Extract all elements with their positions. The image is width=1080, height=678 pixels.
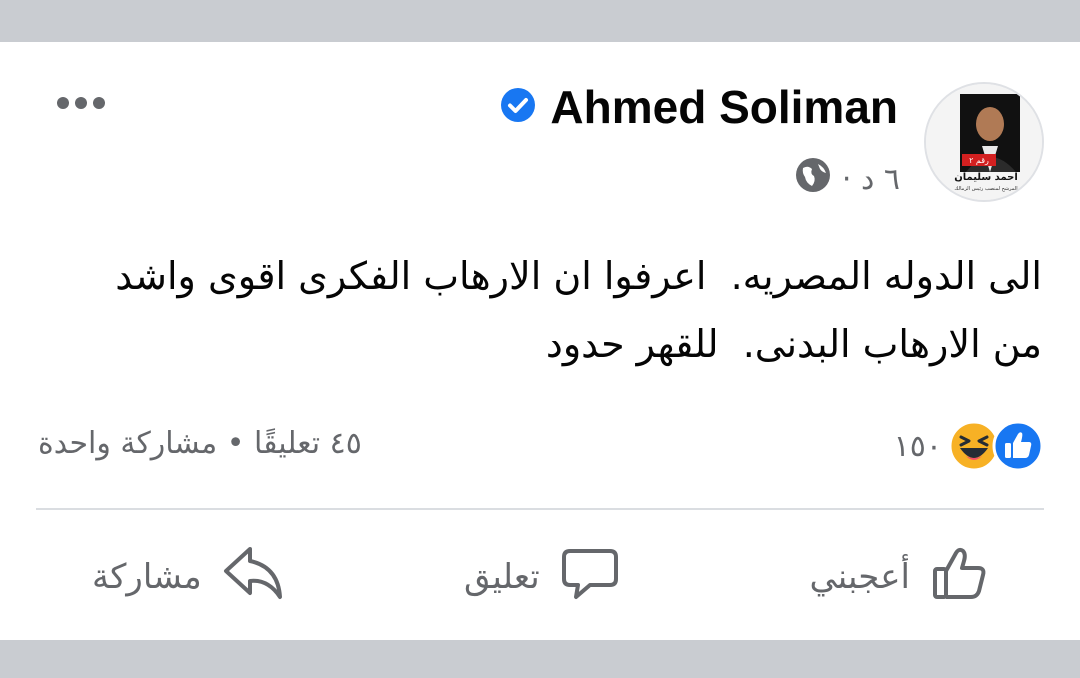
comment-share-stats[interactable]: ٤٥ تعليقًا • مشاركة واحدة [38, 422, 362, 466]
author-name[interactable]: Ahmed Soliman [550, 84, 898, 130]
more-options-icon[interactable] [56, 94, 106, 112]
avatar-image: رقم ٢ احمد سليمان المرشح لمنصب رئيس الزم… [926, 84, 1042, 200]
author-header: Ahmed Soliman [500, 84, 898, 130]
share-icon [222, 543, 284, 612]
like-reaction-icon [992, 420, 1044, 472]
post-text: الى الدوله المصريه. اعرفوا ان الارهاب ال… [115, 254, 1042, 366]
comment-label: تعليق [464, 557, 540, 597]
comment-button[interactable]: تعليق [464, 542, 620, 612]
verified-badge-icon [500, 87, 536, 127]
avatar-caption-text: المرشح لمنصب رئيس الزمالك [954, 186, 1017, 192]
globe-icon [794, 156, 832, 202]
comment-icon [560, 543, 620, 612]
share-button[interactable]: مشاركة [92, 542, 284, 612]
post-timestamp[interactable]: ٦ د · [842, 162, 900, 197]
share-label: مشاركة [92, 557, 202, 597]
reactions-summary[interactable]: ١٥٠ [888, 420, 1044, 472]
post-meta: ٦ د · [794, 156, 900, 202]
post-card: رقم ٢ احمد سليمان المرشح لمنصب رئيس الزم… [0, 42, 1080, 640]
avatar-name-text: احمد سليمان [954, 172, 1018, 183]
like-button[interactable]: أعجبني [809, 542, 990, 612]
like-label: أعجبني [809, 557, 910, 597]
divider [36, 508, 1044, 510]
author-avatar[interactable]: رقم ٢ احمد سليمان المرشح لمنصب رئيس الزم… [924, 82, 1044, 202]
thumbs-up-icon [930, 543, 990, 612]
reaction-count: ١٥٠ [893, 428, 942, 464]
avatar-badge-text: رقم ٢ [969, 156, 989, 165]
